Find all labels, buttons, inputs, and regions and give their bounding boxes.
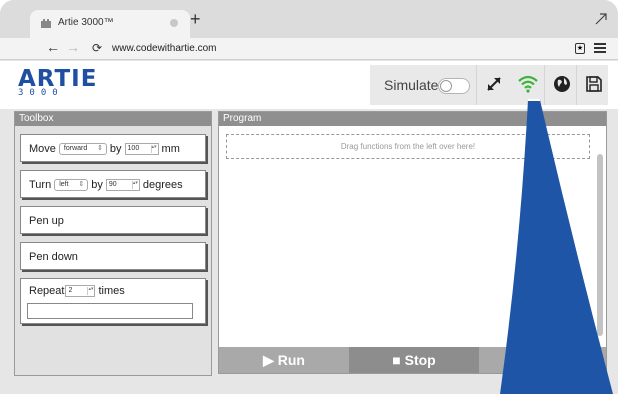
browser-window: Artie 3000™ + ← → ⟳ www.codewithartie.co… (0, 0, 618, 394)
pointer-highlight (500, 99, 613, 394)
